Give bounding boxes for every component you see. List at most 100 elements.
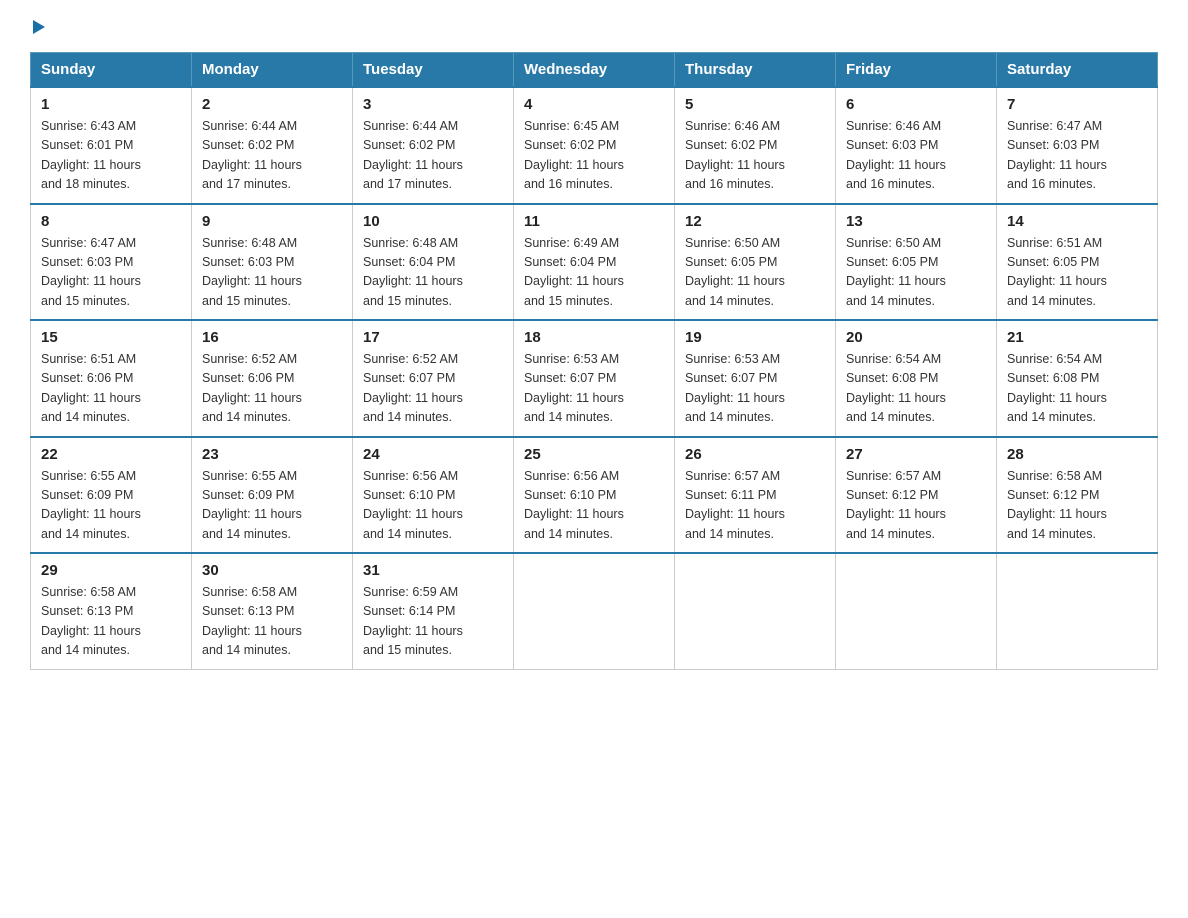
day-info: Sunrise: 6:57 AMSunset: 6:11 PMDaylight:… [685,467,825,545]
day-info: Sunrise: 6:47 AMSunset: 6:03 PMDaylight:… [41,234,181,312]
calendar-cell: 25 Sunrise: 6:56 AMSunset: 6:10 PMDaylig… [514,437,675,554]
calendar-week-row: 15 Sunrise: 6:51 AMSunset: 6:06 PMDaylig… [31,320,1158,437]
calendar-cell: 15 Sunrise: 6:51 AMSunset: 6:06 PMDaylig… [31,320,192,437]
calendar-week-row: 29 Sunrise: 6:58 AMSunset: 6:13 PMDaylig… [31,553,1158,669]
day-info: Sunrise: 6:58 AMSunset: 6:13 PMDaylight:… [41,583,181,661]
calendar-cell: 28 Sunrise: 6:58 AMSunset: 6:12 PMDaylig… [997,437,1158,554]
day-info: Sunrise: 6:50 AMSunset: 6:05 PMDaylight:… [846,234,986,312]
day-info: Sunrise: 6:51 AMSunset: 6:06 PMDaylight:… [41,350,181,428]
day-info: Sunrise: 6:57 AMSunset: 6:12 PMDaylight:… [846,467,986,545]
day-info: Sunrise: 6:43 AMSunset: 6:01 PMDaylight:… [41,117,181,195]
calendar-cell: 3 Sunrise: 6:44 AMSunset: 6:02 PMDayligh… [353,87,514,204]
day-info: Sunrise: 6:58 AMSunset: 6:13 PMDaylight:… [202,583,342,661]
calendar-cell: 18 Sunrise: 6:53 AMSunset: 6:07 PMDaylig… [514,320,675,437]
day-info: Sunrise: 6:54 AMSunset: 6:08 PMDaylight:… [1007,350,1147,428]
column-header-thursday: Thursday [675,53,836,88]
calendar-table: SundayMondayTuesdayWednesdayThursdayFrid… [30,52,1158,670]
column-header-monday: Monday [192,53,353,88]
day-number: 16 [202,329,342,346]
calendar-cell: 4 Sunrise: 6:45 AMSunset: 6:02 PMDayligh… [514,87,675,204]
day-number: 4 [524,96,664,113]
calendar-cell: 24 Sunrise: 6:56 AMSunset: 6:10 PMDaylig… [353,437,514,554]
day-info: Sunrise: 6:44 AMSunset: 6:02 PMDaylight:… [202,117,342,195]
calendar-cell: 2 Sunrise: 6:44 AMSunset: 6:02 PMDayligh… [192,87,353,204]
day-number: 21 [1007,329,1147,346]
calendar-cell: 26 Sunrise: 6:57 AMSunset: 6:11 PMDaylig… [675,437,836,554]
calendar-cell: 29 Sunrise: 6:58 AMSunset: 6:13 PMDaylig… [31,553,192,669]
day-number: 28 [1007,446,1147,463]
day-info: Sunrise: 6:47 AMSunset: 6:03 PMDaylight:… [1007,117,1147,195]
day-number: 15 [41,329,181,346]
calendar-cell: 31 Sunrise: 6:59 AMSunset: 6:14 PMDaylig… [353,553,514,669]
calendar-header-row: SundayMondayTuesdayWednesdayThursdayFrid… [31,53,1158,88]
day-info: Sunrise: 6:55 AMSunset: 6:09 PMDaylight:… [41,467,181,545]
day-number: 23 [202,446,342,463]
day-info: Sunrise: 6:48 AMSunset: 6:03 PMDaylight:… [202,234,342,312]
page-header [30,20,1158,32]
day-number: 14 [1007,213,1147,230]
day-number: 8 [41,213,181,230]
day-number: 19 [685,329,825,346]
calendar-cell: 9 Sunrise: 6:48 AMSunset: 6:03 PMDayligh… [192,204,353,321]
calendar-cell [675,553,836,669]
day-number: 30 [202,562,342,579]
calendar-cell: 21 Sunrise: 6:54 AMSunset: 6:08 PMDaylig… [997,320,1158,437]
calendar-cell: 14 Sunrise: 6:51 AMSunset: 6:05 PMDaylig… [997,204,1158,321]
day-number: 17 [363,329,503,346]
day-number: 1 [41,96,181,113]
column-header-wednesday: Wednesday [514,53,675,88]
day-number: 24 [363,446,503,463]
day-number: 2 [202,96,342,113]
column-header-saturday: Saturday [997,53,1158,88]
day-info: Sunrise: 6:45 AMSunset: 6:02 PMDaylight:… [524,117,664,195]
day-info: Sunrise: 6:55 AMSunset: 6:09 PMDaylight:… [202,467,342,545]
calendar-cell [836,553,997,669]
calendar-cell: 6 Sunrise: 6:46 AMSunset: 6:03 PMDayligh… [836,87,997,204]
column-header-friday: Friday [836,53,997,88]
logo [30,20,45,32]
calendar-cell: 11 Sunrise: 6:49 AMSunset: 6:04 PMDaylig… [514,204,675,321]
calendar-cell: 10 Sunrise: 6:48 AMSunset: 6:04 PMDaylig… [353,204,514,321]
day-info: Sunrise: 6:54 AMSunset: 6:08 PMDaylight:… [846,350,986,428]
calendar-cell [514,553,675,669]
day-number: 20 [846,329,986,346]
calendar-cell: 17 Sunrise: 6:52 AMSunset: 6:07 PMDaylig… [353,320,514,437]
day-info: Sunrise: 6:44 AMSunset: 6:02 PMDaylight:… [363,117,503,195]
day-number: 25 [524,446,664,463]
day-info: Sunrise: 6:52 AMSunset: 6:06 PMDaylight:… [202,350,342,428]
day-info: Sunrise: 6:58 AMSunset: 6:12 PMDaylight:… [1007,467,1147,545]
calendar-cell: 19 Sunrise: 6:53 AMSunset: 6:07 PMDaylig… [675,320,836,437]
day-info: Sunrise: 6:50 AMSunset: 6:05 PMDaylight:… [685,234,825,312]
calendar-cell: 5 Sunrise: 6:46 AMSunset: 6:02 PMDayligh… [675,87,836,204]
calendar-cell: 12 Sunrise: 6:50 AMSunset: 6:05 PMDaylig… [675,204,836,321]
calendar-week-row: 8 Sunrise: 6:47 AMSunset: 6:03 PMDayligh… [31,204,1158,321]
calendar-cell: 22 Sunrise: 6:55 AMSunset: 6:09 PMDaylig… [31,437,192,554]
day-number: 12 [685,213,825,230]
day-number: 22 [41,446,181,463]
calendar-week-row: 1 Sunrise: 6:43 AMSunset: 6:01 PMDayligh… [31,87,1158,204]
calendar-cell: 30 Sunrise: 6:58 AMSunset: 6:13 PMDaylig… [192,553,353,669]
column-header-tuesday: Tuesday [353,53,514,88]
calendar-cell [997,553,1158,669]
day-info: Sunrise: 6:59 AMSunset: 6:14 PMDaylight:… [363,583,503,661]
calendar-cell: 8 Sunrise: 6:47 AMSunset: 6:03 PMDayligh… [31,204,192,321]
calendar-cell: 1 Sunrise: 6:43 AMSunset: 6:01 PMDayligh… [31,87,192,204]
logo-arrow-icon [33,20,45,34]
day-number: 29 [41,562,181,579]
day-info: Sunrise: 6:49 AMSunset: 6:04 PMDaylight:… [524,234,664,312]
day-number: 11 [524,213,664,230]
day-number: 7 [1007,96,1147,113]
day-number: 6 [846,96,986,113]
day-info: Sunrise: 6:51 AMSunset: 6:05 PMDaylight:… [1007,234,1147,312]
day-info: Sunrise: 6:56 AMSunset: 6:10 PMDaylight:… [524,467,664,545]
day-number: 9 [202,213,342,230]
day-number: 13 [846,213,986,230]
day-info: Sunrise: 6:53 AMSunset: 6:07 PMDaylight:… [524,350,664,428]
calendar-cell: 23 Sunrise: 6:55 AMSunset: 6:09 PMDaylig… [192,437,353,554]
day-number: 5 [685,96,825,113]
day-number: 26 [685,446,825,463]
column-header-sunday: Sunday [31,53,192,88]
calendar-cell: 27 Sunrise: 6:57 AMSunset: 6:12 PMDaylig… [836,437,997,554]
day-info: Sunrise: 6:48 AMSunset: 6:04 PMDaylight:… [363,234,503,312]
day-info: Sunrise: 6:46 AMSunset: 6:02 PMDaylight:… [685,117,825,195]
